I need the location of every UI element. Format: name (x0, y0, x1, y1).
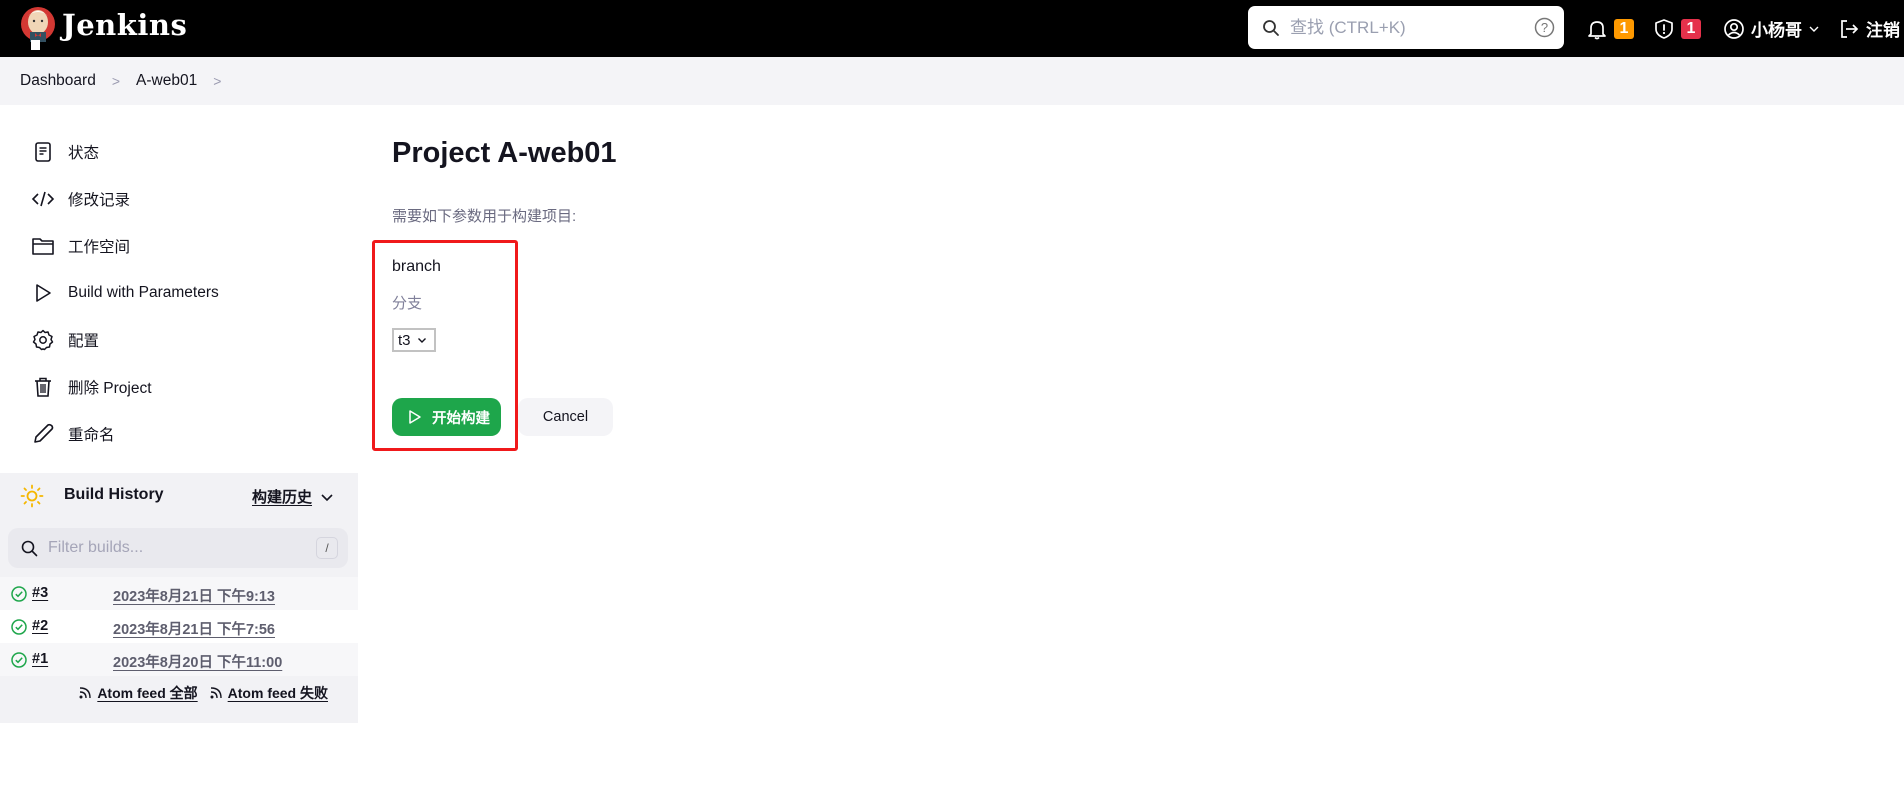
sidebar-item-delete-project[interactable]: 删除 Project (30, 367, 350, 407)
parameter-name: branch (392, 258, 441, 275)
chevron-down-icon[interactable] (1808, 23, 1820, 35)
logout-icon (1841, 19, 1859, 38)
sidebar-item-label: 重命名 (68, 427, 115, 444)
search-box[interactable]: ? (1248, 6, 1564, 49)
weather-sunny-icon (20, 484, 44, 508)
build-number-link[interactable]: #2 (32, 618, 48, 634)
atom-feed-all-link[interactable]: Atom feed 全部 (77, 683, 198, 703)
build-number-link[interactable]: #3 (32, 585, 48, 601)
brand-name[interactable]: Jenkins (62, 8, 187, 42)
sidebar-item-label: 状态 (68, 145, 100, 162)
gear-icon (30, 327, 56, 353)
breadcrumb-separator-icon[interactable]: > (112, 73, 120, 89)
branch-select[interactable]: t3 (392, 328, 436, 352)
parameters-description: 需要如下参数用于构建项目: (392, 208, 577, 225)
build-row[interactable]: #1 2023年8月20日 下午11:00 (0, 643, 358, 676)
logout-label: 注销 (1866, 21, 1900, 40)
sidebar-item-build-with-parameters[interactable]: Build with Parameters (30, 273, 350, 313)
build-time-link[interactable]: 2023年8月21日 下午9:13 (113, 585, 275, 606)
build-button-label: 开始构建 (432, 410, 490, 427)
shield-warning-icon (1655, 18, 1673, 39)
parameter-description: 分支 (392, 295, 423, 312)
atom-feed-failed-label: Atom feed 失败 (227, 685, 328, 701)
search-icon (1263, 20, 1279, 36)
build-number-link[interactable]: #1 (32, 651, 48, 667)
breadcrumb-separator-icon[interactable]: > (213, 73, 221, 89)
play-icon (30, 280, 56, 306)
page-title: Project A-web01 (392, 137, 617, 169)
filter-builds-input[interactable] (48, 536, 288, 560)
sidebar-item-workspace[interactable]: 工作空间 (30, 226, 350, 266)
breadcrumb: Dashboard > A-web01 > (0, 57, 1904, 105)
pencil-icon (30, 421, 56, 447)
build-button[interactable]: 开始构建 (392, 398, 501, 436)
build-time-link[interactable]: 2023年8月21日 下午7:56 (113, 618, 275, 639)
user-menu[interactable]: 小杨哥 (1723, 0, 1820, 57)
sidebar-item-label: 配置 (68, 333, 100, 350)
svg-text:?: ? (1541, 20, 1548, 35)
filter-builds-box[interactable]: / (8, 528, 348, 568)
jenkins-logo-icon[interactable] (18, 4, 58, 50)
security-badge: 1 (1681, 18, 1701, 39)
play-icon (409, 410, 421, 424)
code-icon (30, 186, 56, 212)
search-input[interactable] (1290, 14, 1510, 41)
chevron-down-icon (417, 338, 426, 343)
sidebar-item-rename[interactable]: 重命名 (30, 414, 350, 454)
rss-icon (79, 687, 92, 699)
atom-feed-all-label: Atom feed 全部 (97, 685, 198, 701)
branch-select-value: t3 (398, 331, 411, 349)
trash-icon (30, 374, 56, 400)
build-time-link[interactable]: 2023年8月20日 下午11:00 (113, 651, 282, 672)
build-history-header: Build History 构建历史 (0, 473, 358, 518)
user-icon (1724, 18, 1744, 39)
success-check-icon (11, 619, 27, 635)
sidebar-item-status[interactable]: 状态 (30, 132, 350, 172)
build-row[interactable]: #3 2023年8月21日 下午9:13 (0, 577, 358, 610)
top-header: Jenkins ? 1 1 小杨哥 (0, 0, 1904, 57)
help-icon[interactable]: ? (1534, 17, 1555, 38)
security-button[interactable]: 1 (1653, 0, 1701, 57)
folder-icon (30, 233, 56, 259)
notifications-badge: 1 (1614, 18, 1634, 39)
notifications-button[interactable]: 1 (1586, 0, 1634, 57)
sidebar-item-label: Build with Parameters (68, 284, 219, 301)
logout-button[interactable]: 注销 (1838, 0, 1900, 57)
chevron-down-icon[interactable] (320, 490, 334, 504)
search-icon (21, 540, 38, 557)
breadcrumb-project[interactable]: A-web01 (136, 72, 197, 90)
user-name[interactable]: 小杨哥 (1751, 16, 1802, 41)
cancel-button[interactable]: Cancel (518, 398, 613, 436)
sidebar-item-label: 工作空间 (68, 239, 131, 256)
sidebar-item-changes[interactable]: 修改记录 (30, 179, 350, 219)
build-trend-link[interactable]: 构建历史 (252, 486, 312, 507)
build-history-panel: Build History 构建历史 / #3 2023年8月21日 下午9:1… (0, 473, 358, 723)
sidebar-item-label: 删除 Project (68, 380, 152, 397)
sidebar-item-label: 修改记录 (68, 192, 131, 209)
success-check-icon (11, 652, 27, 668)
filter-shortcut-key: / (316, 537, 338, 559)
document-icon (30, 139, 56, 165)
bell-icon (1588, 20, 1606, 39)
breadcrumb-dashboard[interactable]: Dashboard (20, 72, 96, 90)
build-row[interactable]: #2 2023年8月21日 下午7:56 (0, 610, 358, 643)
build-history-title: Build History (64, 486, 164, 503)
rss-icon (210, 687, 222, 699)
atom-feeds: Atom feed 全部 Atom feed 失败 (0, 677, 358, 709)
success-check-icon (11, 586, 27, 602)
atom-feed-failed-link[interactable]: Atom feed 失败 (208, 683, 328, 703)
sidebar-item-configure[interactable]: 配置 (30, 320, 350, 360)
